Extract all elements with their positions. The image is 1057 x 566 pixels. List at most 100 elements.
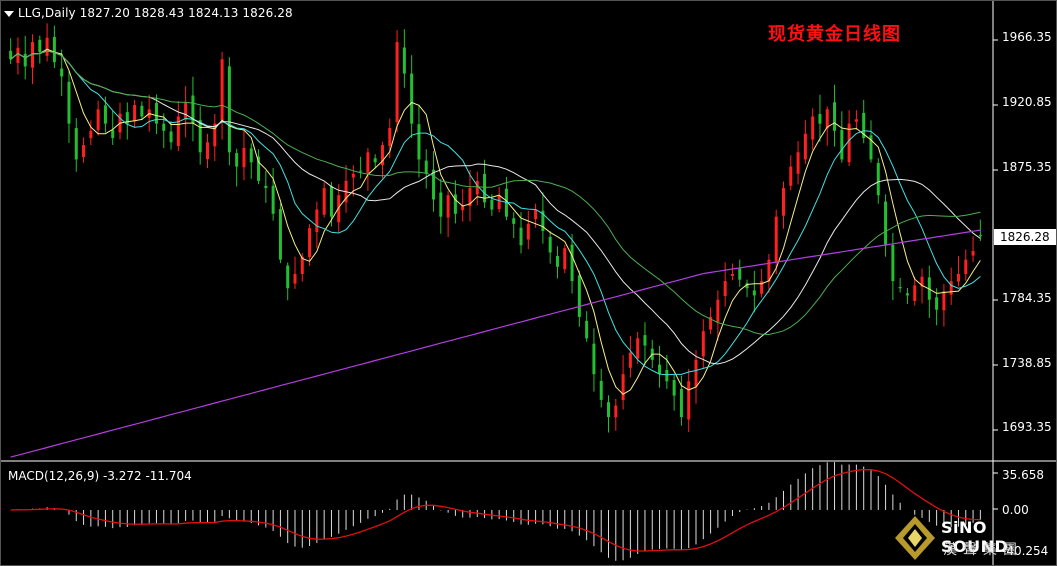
candle-up bbox=[293, 273, 297, 284]
candle-down bbox=[679, 388, 683, 418]
candle-up bbox=[636, 338, 640, 359]
macd-tick: 35.658 bbox=[1002, 468, 1044, 482]
candle-up bbox=[16, 47, 20, 63]
candle-up bbox=[534, 209, 538, 220]
candle-down bbox=[424, 160, 428, 174]
candle-up bbox=[242, 147, 246, 168]
candle-up bbox=[206, 142, 210, 160]
candle-down bbox=[74, 128, 78, 160]
candle-down bbox=[665, 369, 669, 382]
candle-down bbox=[905, 293, 909, 296]
candle-down bbox=[140, 105, 144, 117]
candle-down bbox=[329, 186, 333, 217]
candle-up bbox=[446, 195, 450, 218]
candle-down bbox=[373, 158, 377, 163]
candle-down bbox=[359, 170, 363, 172]
candle-up bbox=[621, 374, 625, 401]
candle-down bbox=[439, 192, 443, 217]
candle-up bbox=[716, 299, 720, 323]
candle-up bbox=[315, 209, 319, 232]
candle-up bbox=[803, 133, 807, 160]
candle-down bbox=[891, 244, 895, 282]
ma200-line bbox=[10, 229, 981, 458]
candle-down bbox=[198, 120, 202, 153]
price-tick: 1920.85 bbox=[1002, 95, 1052, 109]
candle-down bbox=[570, 244, 574, 282]
candle-down bbox=[278, 209, 282, 260]
last-price-marker: 1826.28 bbox=[994, 229, 1056, 245]
candle-down bbox=[286, 265, 290, 289]
candle-up bbox=[789, 166, 793, 186]
chevron-down-icon[interactable] bbox=[4, 10, 14, 17]
price-tick: 1738.85 bbox=[1002, 356, 1052, 370]
candle-up bbox=[949, 281, 953, 295]
candle-up bbox=[854, 119, 858, 122]
candle-up bbox=[563, 248, 567, 270]
candle-down bbox=[592, 343, 596, 375]
price-tick: 1693.35 bbox=[1002, 420, 1052, 434]
candle-down bbox=[249, 148, 253, 163]
candle-down bbox=[512, 218, 516, 224]
candle-up bbox=[723, 281, 727, 297]
candle-up bbox=[133, 105, 137, 122]
candle-up bbox=[395, 42, 399, 123]
candle-up bbox=[475, 180, 479, 195]
candle-up bbox=[694, 359, 698, 387]
candle-up bbox=[351, 173, 355, 178]
candle-up bbox=[825, 109, 829, 129]
candle-down bbox=[548, 236, 552, 253]
candle-down bbox=[752, 290, 756, 296]
candle-down bbox=[169, 131, 173, 143]
candle-down bbox=[555, 256, 559, 267]
price-tick: 1784.35 bbox=[1002, 291, 1052, 305]
candle-up bbox=[701, 331, 705, 357]
chart-title: 现货黄金日线图 bbox=[768, 24, 901, 45]
candle-down bbox=[410, 73, 414, 124]
candle-up bbox=[796, 152, 800, 174]
candle-down bbox=[162, 123, 166, 131]
symbol-ohlc-text: LLG,Daily 1827.20 1828.43 1824.13 1826.2… bbox=[18, 6, 293, 20]
candle-down bbox=[876, 163, 880, 196]
candle-down bbox=[52, 36, 56, 63]
candle-up bbox=[964, 259, 968, 274]
candle-down bbox=[898, 286, 902, 289]
candle-up bbox=[497, 195, 501, 210]
candle-up bbox=[628, 352, 632, 368]
price-axis: 1966.35 1920.85 1875.35 1784.35 1738.85 … bbox=[993, 0, 1057, 566]
candle-down bbox=[38, 39, 42, 53]
candle-down bbox=[585, 320, 589, 339]
candle-up bbox=[96, 109, 100, 131]
candle-up bbox=[526, 223, 530, 240]
candle-up bbox=[730, 273, 734, 276]
candle-up bbox=[184, 102, 188, 120]
candle-down bbox=[840, 129, 844, 160]
candle-down bbox=[271, 185, 275, 214]
candle-up bbox=[811, 116, 815, 140]
candle-down bbox=[432, 169, 436, 200]
candle-up bbox=[322, 188, 326, 215]
candle-down bbox=[607, 402, 611, 418]
candle-up bbox=[308, 228, 312, 257]
candle-up bbox=[687, 381, 691, 420]
candle-down bbox=[154, 102, 158, 124]
price-tick: 1875.35 bbox=[1002, 160, 1052, 174]
candle-down bbox=[658, 364, 662, 375]
candle-down bbox=[818, 114, 822, 124]
candle-up bbox=[614, 405, 618, 418]
chart-window: LLG,Daily 1827.20 1828.43 1824.13 1826.2… bbox=[0, 0, 1057, 566]
candle-up bbox=[45, 37, 49, 56]
candle-down bbox=[643, 335, 647, 346]
candle-down bbox=[417, 124, 421, 160]
candle-down bbox=[577, 275, 581, 317]
candle-up bbox=[82, 145, 86, 157]
candle-up bbox=[942, 291, 946, 311]
candle-down bbox=[833, 102, 837, 131]
macd-indicator-label: MACD(12,26,9) -3.272 -11.704 bbox=[8, 469, 192, 483]
candle-down bbox=[23, 53, 27, 67]
price-tick: 1966.35 bbox=[1002, 30, 1052, 44]
candle-up bbox=[971, 251, 975, 256]
candle-up bbox=[388, 127, 392, 146]
candle-down bbox=[60, 68, 64, 77]
candle-down bbox=[235, 153, 239, 167]
candle-down bbox=[490, 199, 494, 210]
